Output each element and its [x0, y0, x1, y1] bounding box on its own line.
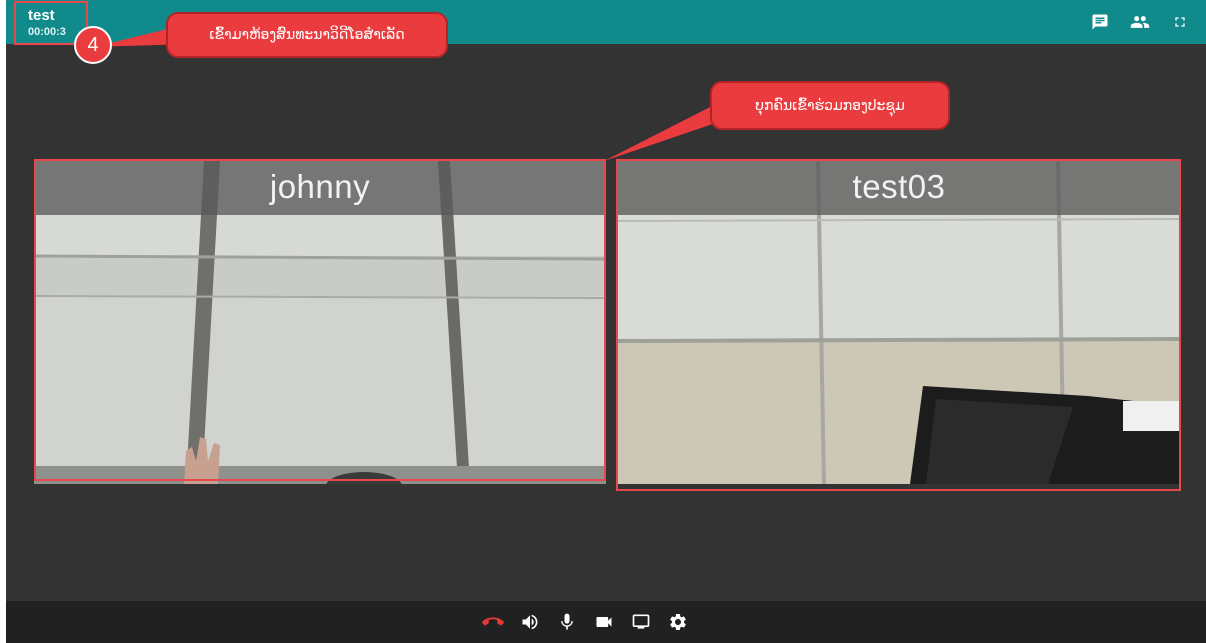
participants-callout: ບຸກຄົນເຂົ້າຮ່ວມກອງປະຊຸມ	[710, 81, 950, 130]
room-title: test	[28, 7, 55, 24]
call-timer: 00:00:3	[28, 26, 66, 38]
call-controls	[481, 610, 690, 634]
participant-name: test03	[852, 168, 946, 205]
camera-icon[interactable]	[592, 610, 616, 634]
microphone-icon[interactable]	[555, 610, 579, 634]
fullscreen-icon[interactable]	[1168, 10, 1192, 34]
settings-icon[interactable]	[666, 610, 690, 634]
hang-up-icon[interactable]	[481, 610, 505, 634]
speaker-icon[interactable]	[518, 610, 542, 634]
participant-video-test03[interactable]: test03	[618, 161, 1180, 484]
video-call-window: test 00:00:3 johnny test03 ເຂົ້າມາຫ້ອງສົ…	[6, 0, 1206, 643]
chat-icon[interactable]	[1088, 10, 1112, 34]
top-actions	[1088, 10, 1192, 34]
joined-room-callout: ເຂົ້າມາຫ້ອງສົນທະນາວິດີໂອສຳເລັດ	[166, 12, 448, 58]
participant-name: johnny	[269, 168, 371, 205]
bottom-bar	[6, 601, 1206, 643]
participant-video-johnny[interactable]: johnny	[34, 161, 606, 484]
step-number-badge: 4	[74, 26, 112, 64]
screen-share-icon[interactable]	[629, 610, 653, 634]
participants-icon[interactable]	[1128, 10, 1152, 34]
